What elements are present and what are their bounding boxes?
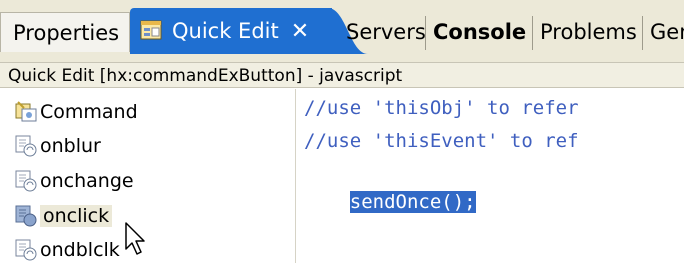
event-item-onblur[interactable]: onblur <box>14 131 101 161</box>
tab-label: Problems <box>540 20 637 44</box>
event-item-ondblclk[interactable]: ondblclk <box>14 235 120 265</box>
quick-edit-icon <box>140 20 164 42</box>
event-item-onclick[interactable]: onclick <box>14 201 113 231</box>
event-label: onchange <box>40 170 134 192</box>
event-label: ondblclk <box>40 239 120 261</box>
event-label: onclick <box>40 205 113 227</box>
tab-label: Quick Edit <box>172 19 279 43</box>
tab-label: Properties <box>13 20 120 45</box>
close-icon[interactable]: ✕ <box>291 19 309 44</box>
events-list: Command onblur onchange onclick ondblclk <box>0 89 296 263</box>
tab-label: Gene <box>650 20 684 44</box>
view-title: Quick Edit [hx:commandExButton] - javasc… <box>0 62 684 88</box>
mouse-cursor-icon <box>125 222 145 255</box>
code-line: sendOnce(); <box>304 163 476 213</box>
tab-problems[interactable]: Problems <box>532 12 637 52</box>
code-line: //use 'thisObj' to refer <box>304 97 579 119</box>
command-icon <box>14 100 38 124</box>
event-icon <box>14 238 38 262</box>
tab-properties[interactable]: Properties <box>0 12 130 52</box>
tab-general[interactable]: Gene <box>642 12 684 52</box>
event-icon <box>14 169 38 193</box>
selected-code[interactable]: sendOnce(); <box>349 191 476 213</box>
event-icon <box>14 204 38 228</box>
event-item-onchange[interactable]: onchange <box>14 166 134 196</box>
tab-console[interactable]: Console <box>425 12 526 52</box>
event-item-command[interactable]: Command <box>14 97 138 127</box>
tab-label: Servers <box>346 20 426 44</box>
event-label: onblur <box>40 135 101 157</box>
code-editor[interactable]: //use 'thisObj' to refer //use 'thisEven… <box>296 89 684 263</box>
view-tab-bar: Properties Quick Edit ✕ Servers Console … <box>0 0 684 62</box>
event-icon <box>14 134 38 158</box>
tab-servers[interactable]: Servers <box>340 12 426 52</box>
tab-quick-edit[interactable]: Quick Edit ✕ <box>130 8 368 54</box>
tab-label: Console <box>433 20 527 44</box>
code-line: //use 'thisEvent' to ref <box>304 130 579 152</box>
event-label: Command <box>40 101 138 123</box>
